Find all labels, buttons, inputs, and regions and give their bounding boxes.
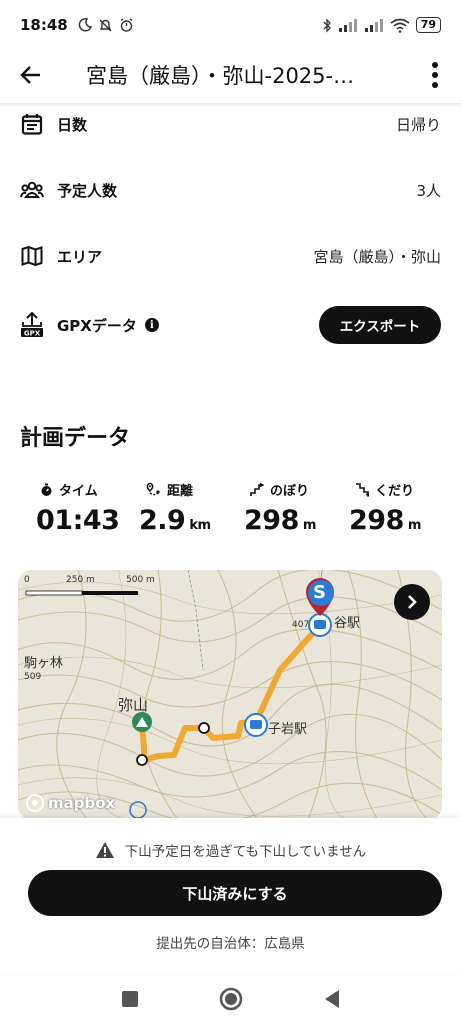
app-bar: 宮島（厳島）・弥山-2025-… — [0, 50, 461, 100]
ascent-icon — [250, 482, 264, 496]
topographic-map — [18, 570, 442, 820]
map-scale-250: 250 m — [66, 575, 95, 585]
stat-descent-unit: m — [407, 518, 422, 533]
route-map[interactable]: 0 250 m 500 m 駒ヶ林 509 弥山 子岩駅 谷駅 407 S ma… — [18, 570, 442, 820]
status-time: 18:48 — [20, 16, 68, 34]
status-bar: 18:48 79 — [0, 0, 461, 50]
stat-ascent: のぼり 298 m — [230, 480, 335, 536]
stat-time-label: タイム — [59, 484, 98, 499]
plan-stats: タイム 01:43 距離 2.9 km のぼり 298 m くだり 298 m — [20, 480, 440, 536]
wifi-icon — [390, 18, 410, 33]
days-label: 日数 — [57, 115, 88, 134]
mapbox-logo: mapbox — [26, 794, 115, 812]
plan-section-title: 計画データ — [20, 426, 131, 451]
warning-icon — [95, 842, 114, 858]
map-label-shishiiwa-station: 子岩駅 — [268, 722, 308, 737]
signal-icon-2 — [364, 19, 383, 32]
gpx-upload-icon: GPX — [20, 312, 44, 338]
start-marker[interactable]: S — [313, 582, 326, 603]
days-row: 日数 日帰り — [0, 104, 461, 144]
svg-text:GPX: GPX — [24, 330, 41, 338]
more-vert-icon — [432, 62, 438, 68]
moon-icon — [78, 17, 92, 31]
stat-descent-label: くだり — [375, 484, 415, 499]
map-label-misen: 弥山 — [118, 696, 149, 714]
warning-message: 下山予定日を過ぎても下山していません — [0, 840, 461, 860]
battery-indicator: 79 — [415, 17, 441, 33]
area-label: エリア — [57, 247, 103, 266]
recents-icon[interactable] — [121, 990, 139, 1008]
stat-descent: くだり 298 m — [335, 480, 440, 536]
distance-pin-icon — [146, 482, 160, 495]
stat-ascent-unit: m — [302, 518, 317, 533]
page-title: 宮島（厳島）・弥山-2025-… — [86, 64, 355, 88]
calendar-icon — [20, 112, 44, 136]
descent-icon — [356, 482, 369, 497]
map-label-komagabayashi: 駒ヶ林 — [24, 656, 64, 671]
info-icon[interactable]: i — [144, 318, 159, 332]
map-icon — [20, 244, 44, 268]
map-label-elevation-2: 509 — [24, 672, 42, 682]
map-next-button[interactable] — [394, 584, 430, 620]
gpx-row: GPX GPXデータ i エクスポート — [0, 305, 461, 345]
mapbox-icon — [26, 794, 44, 812]
submission-note: 提出先の自治体：広島県 — [156, 936, 305, 952]
signal-icon — [338, 19, 357, 32]
stat-distance: 距離 2.9 km — [125, 480, 230, 536]
more-menu-button[interactable] — [423, 58, 447, 92]
alarm-icon — [120, 17, 133, 32]
people-label: 予定人数 — [57, 181, 118, 200]
home-icon[interactable] — [219, 987, 243, 1011]
stat-distance-unit: km — [189, 518, 211, 533]
back-nav-icon[interactable] — [323, 989, 341, 1009]
arrow-back-icon — [20, 66, 40, 84]
export-button[interactable]: エクスポート — [319, 306, 441, 344]
bottom-action-sheet: 下山予定日を過ぎても下山していません 下山済みにする 提出先の自治体：広島県 — [0, 818, 461, 973]
map-scale-zero: 0 — [24, 575, 30, 585]
people-row: 予定人数 3人 — [0, 170, 461, 210]
stat-ascent-label: のぼり — [270, 484, 310, 499]
gpx-label: GPXデータ — [57, 316, 137, 335]
chevron-right-icon — [408, 595, 417, 609]
area-value: 宮島（厳島）・弥山 — [313, 247, 441, 266]
stat-ascent-value: 298 — [244, 505, 299, 536]
stat-distance-value: 2.9 — [139, 505, 186, 536]
map-scale-500: 500 m — [126, 575, 155, 585]
map-label-elevation-1: 407 — [292, 620, 310, 630]
stat-descent-value: 298 — [349, 505, 404, 536]
people-value: 3人 — [416, 181, 441, 200]
notifications-off-icon — [99, 19, 112, 31]
mark-descended-button[interactable]: 下山済みにする — [28, 870, 442, 916]
stat-time: タイム 01:43 — [20, 480, 125, 536]
map-label-kanzaki-station: 谷駅 — [334, 616, 361, 631]
area-row: エリア 宮島（厳島）・弥山 — [0, 236, 461, 276]
warning-text: 下山予定日を過ぎても下山していません — [124, 844, 367, 860]
days-value: 日帰り — [395, 115, 441, 134]
stat-distance-label: 距離 — [167, 484, 194, 499]
system-nav-bar — [0, 973, 461, 1024]
bluetooth-icon — [323, 17, 331, 33]
mapbox-logo-text: mapbox — [48, 794, 116, 812]
stopwatch-icon — [41, 483, 52, 496]
back-button[interactable] — [6, 50, 56, 100]
stat-time-value: 01:43 — [36, 505, 120, 536]
group-icon — [20, 178, 44, 202]
